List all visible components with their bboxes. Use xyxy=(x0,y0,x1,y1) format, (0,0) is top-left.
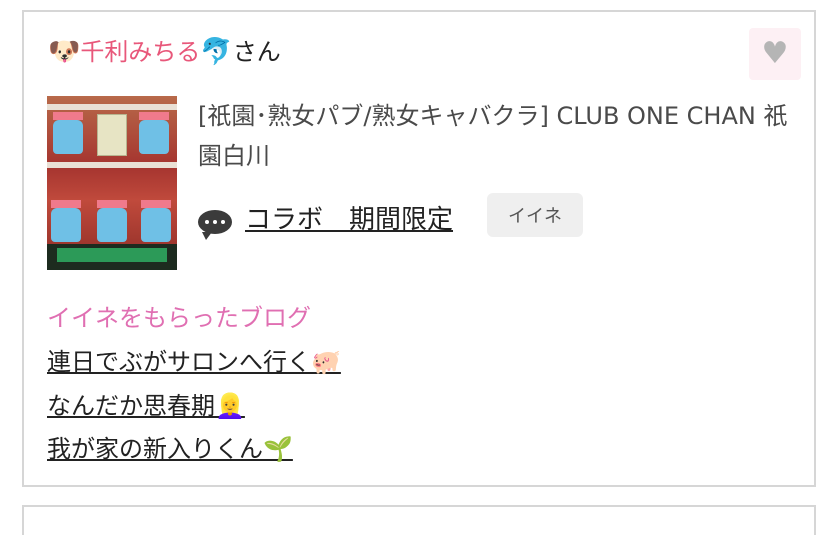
blog-link-text: 我が家の新入りくん xyxy=(47,435,263,463)
next-card xyxy=(22,505,816,535)
dog-emoji-icon: 🐶 xyxy=(48,37,81,67)
iine-badge: イイネ xyxy=(487,193,583,237)
user-name-link[interactable]: 千利みちる xyxy=(80,36,200,68)
blog-link-text: 連日でぶがサロンへ行く xyxy=(47,348,311,376)
blog-link-3[interactable]: 我が家の新入りくん🌱 xyxy=(47,429,293,469)
favorite-button[interactable]: ♥ xyxy=(749,28,801,80)
favorite-card: 🐶 千利みちる 🐬 さん ♥ [祇園･熟女パブ/熟女キャバクラ] CLUB ON… xyxy=(22,10,816,487)
blog-link-text: なんだか思春期 xyxy=(47,392,215,420)
blog-link-2[interactable]: なんだか思春期👱‍♀️ xyxy=(47,386,245,426)
post-thumbnail[interactable] xyxy=(47,96,177,270)
pig-emoji-icon: 🐖 xyxy=(311,348,341,376)
blond-person-emoji-icon: 👱‍♀️ xyxy=(215,392,245,420)
liked-blogs-label: イイネをもらったブログ xyxy=(47,304,311,332)
speech-bubble-icon xyxy=(198,210,232,240)
seedling-emoji-icon: 🌱 xyxy=(263,435,293,463)
honorific: さん xyxy=(232,38,281,66)
post-title-link[interactable]: コラボ 期間限定 xyxy=(245,202,453,238)
heart-icon: ♥ xyxy=(761,36,789,71)
shop-name-link[interactable]: [祇園･熟女パブ/熟女キャバクラ] CLUB ONE CHAN 祇園白川 xyxy=(198,96,798,176)
dolphin-emoji-icon: 🐬 xyxy=(200,37,233,67)
blog-link-1[interactable]: 連日でぶがサロンへ行く🐖 xyxy=(47,342,341,382)
user-line: 🐶 千利みちる 🐬 さん xyxy=(48,36,281,68)
